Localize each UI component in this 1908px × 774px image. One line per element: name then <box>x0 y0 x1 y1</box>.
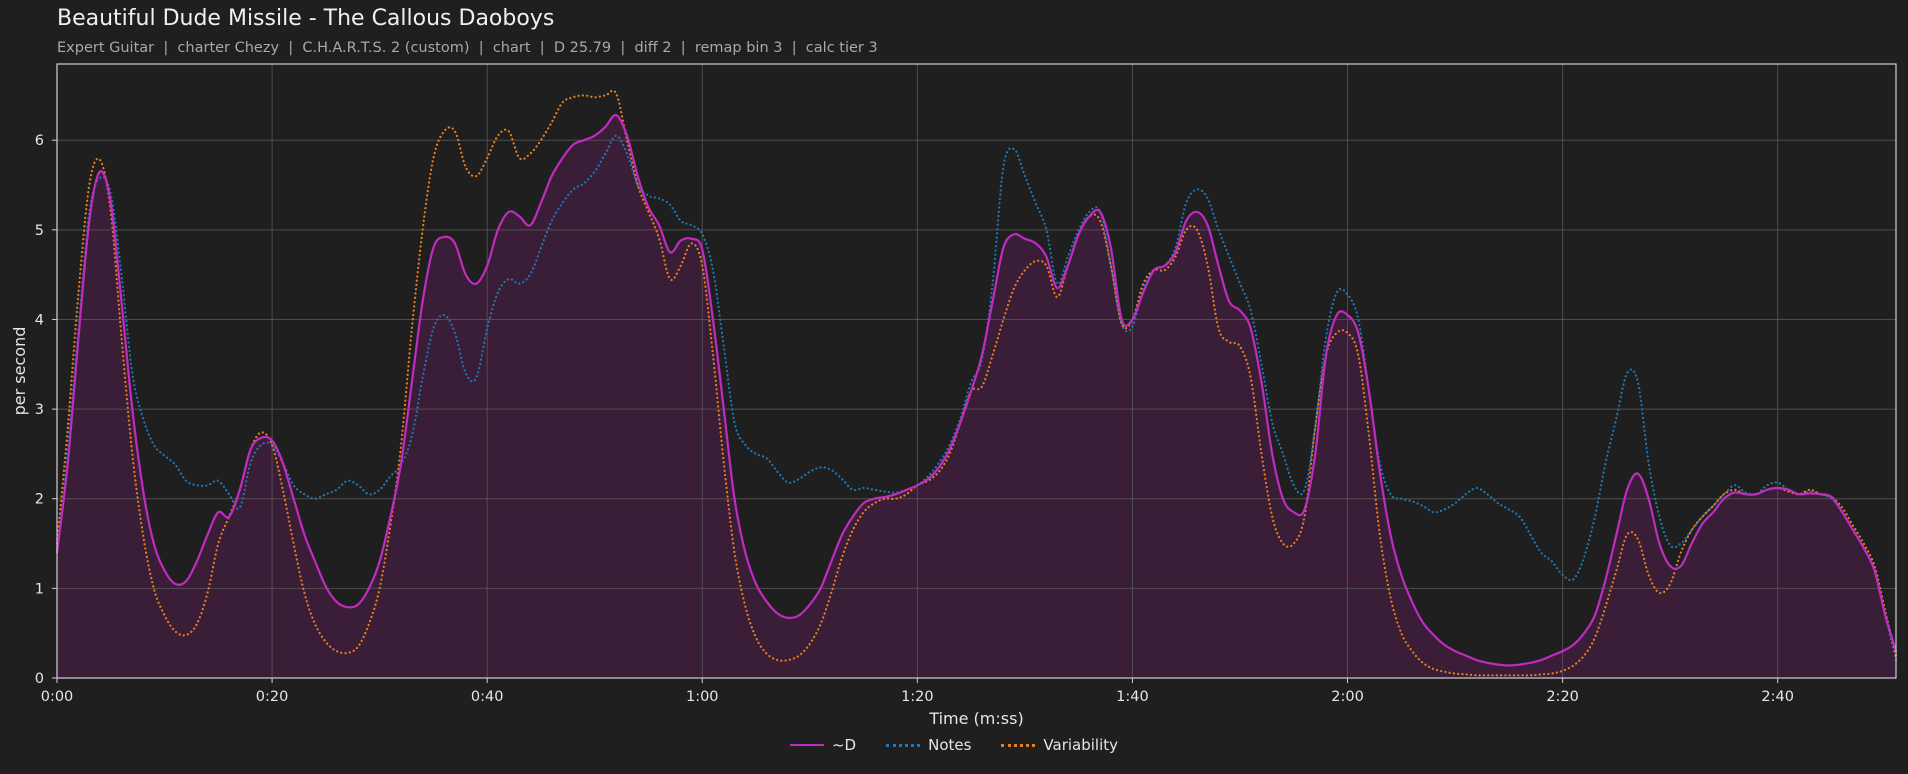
x-tick-label: 1:40 <box>1116 689 1149 705</box>
x-tick-label: 2:40 <box>1761 689 1794 705</box>
x-axis-label: Time (m:ss) <box>928 709 1023 728</box>
x-tick-label: 0:00 <box>41 689 74 705</box>
legend-label-notes: Notes <box>928 736 972 754</box>
legend-swatch-variability <box>1001 743 1036 747</box>
x-tick-label: 1:20 <box>901 689 934 705</box>
y-tick-label: 4 <box>35 312 44 328</box>
y-tick-label: 0 <box>35 671 44 687</box>
legend-item-d: ~D <box>789 736 857 754</box>
y-tick-label: 2 <box>35 492 44 508</box>
legend-swatch-d <box>789 744 824 746</box>
legend-label-d: ~D <box>831 736 857 754</box>
y-axis-label: per second <box>10 327 29 416</box>
x-tick-label: 1:00 <box>686 689 719 705</box>
line-chart: 0:00 0:20 0:40 1:00 1:20 1:40 2:00 2:20 2:40 0 1 2 3… <box>10 63 1898 728</box>
legend-item-notes: Notes <box>886 736 971 754</box>
y-tick-label: 1 <box>35 581 44 597</box>
x-tick-label: 0:40 <box>471 689 504 705</box>
x-tick-label: 0:20 <box>256 689 289 705</box>
y-tick-label: 5 <box>35 223 44 239</box>
legend-item-variability: Variability <box>1001 736 1118 754</box>
x-tick-label: 2:00 <box>1331 689 1364 705</box>
y-tick-label: 6 <box>35 133 44 149</box>
legend-swatch-notes <box>886 743 921 747</box>
chart-legend: ~D Notes Variability <box>0 736 1908 754</box>
legend-label-variability: Variability <box>1043 736 1119 754</box>
y-tick-label: 3 <box>35 402 44 418</box>
x-tick-label: 2:20 <box>1546 689 1579 705</box>
